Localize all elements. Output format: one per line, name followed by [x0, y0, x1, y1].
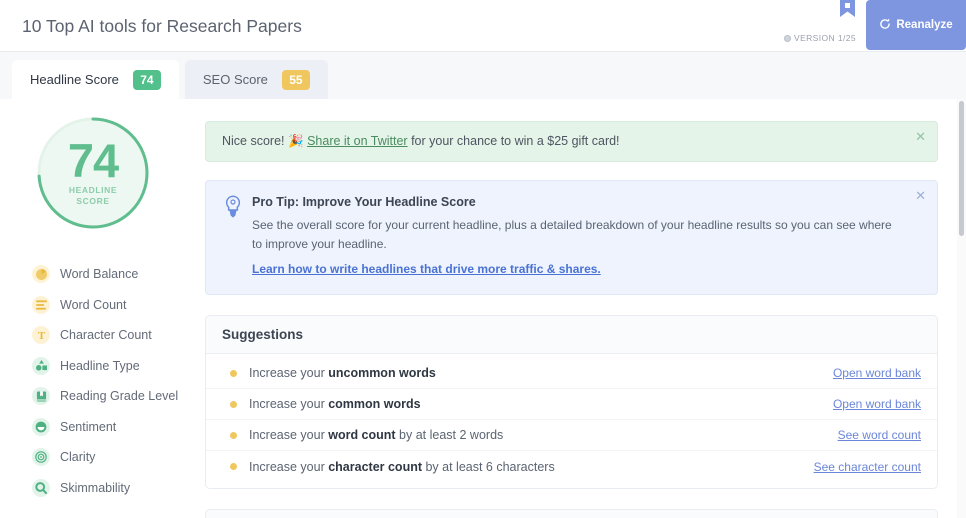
tab-headline-score[interactable]: Headline Score 74 [12, 60, 179, 99]
suggestion-action-link[interactable]: Open word bank [833, 397, 921, 411]
suggestion-row: Increase your uncommon words Open word b… [206, 358, 937, 390]
suggestions-list: Increase your uncommon words Open word b… [206, 354, 937, 488]
reanalyze-button[interactable]: Reanalyze [866, 0, 966, 50]
sidebar-item-label: Clarity [60, 450, 96, 465]
list-lines-icon [32, 295, 50, 314]
headline-input[interactable] [12, 5, 812, 47]
sidebar-item-label: Word Balance [60, 267, 139, 282]
status-dot-icon [230, 400, 237, 408]
suggestion-row: Increase your character count by at leas… [206, 451, 937, 482]
alert-prefix: Nice score! [222, 134, 285, 148]
sidebar-item-label: Character Count [60, 328, 152, 343]
score-tabs: Headline Score 74 SEO Score 55 [0, 60, 966, 99]
version-indicator: VERSION 1/25 [784, 33, 856, 43]
headline-analyzer-app: VERSION 1/25 Reanalyze Headline Score 74… [0, 0, 966, 518]
sidebar-item-word-count[interactable]: Word Count [0, 290, 196, 321]
scrollbar-thumb[interactable] [959, 101, 964, 236]
score-value: 74 [67, 134, 119, 188]
word-balance-header: Word Balance [206, 510, 937, 518]
suggestion-text: Increase your word count by at least 2 w… [249, 428, 504, 443]
suggestion-text: Increase your character count by at leas… [249, 459, 555, 474]
party-popper-icon: 🎉 [288, 134, 304, 148]
tab-label: Headline Score [30, 72, 119, 87]
score-caption: HEADLINE SCORE [68, 185, 118, 206]
suggestion-action-link[interactable]: See character count [814, 460, 921, 474]
sidebar-item-label: Sentiment [60, 419, 117, 434]
close-icon[interactable]: ✕ [915, 189, 926, 202]
target-icon [32, 448, 50, 467]
alert-suffix: for your chance to win a $25 gift card! [411, 134, 620, 148]
sidebar-item-clarity[interactable]: Clarity [0, 442, 196, 473]
pro-tip-body: See the overall score for your current h… [252, 218, 892, 251]
results-content: Nice score! 🎉 Share it on Twitter for yo… [205, 99, 957, 518]
sidebar-item-label: Reading Grade Level [60, 389, 179, 404]
sidebar-item-character-count[interactable]: T Character Count [0, 320, 196, 351]
letter-t-icon: T [32, 326, 50, 345]
tab-label: SEO Score [202, 72, 268, 87]
lightbulb-icon [223, 195, 243, 219]
pro-tip-box: Pro Tip: Improve Your Headline Score See… [205, 180, 938, 296]
smile-icon [32, 417, 50, 436]
status-dot-icon [230, 463, 237, 471]
bookmark-icon[interactable] [840, 0, 855, 19]
app-header: VERSION 1/25 Reanalyze [0, 0, 966, 52]
suggestions-header: Suggestions [206, 316, 937, 355]
sidebar-item-reading-grade-level[interactable]: Reading Grade Level [0, 381, 196, 412]
shapes-icon [32, 356, 50, 375]
tab-badge-seo: 55 [281, 69, 310, 90]
pro-tip-title: Pro Tip: Improve Your Headline Score [252, 195, 476, 209]
suggestion-action-link[interactable]: Open word bank [833, 366, 921, 380]
suggestion-text: Increase your common words [249, 397, 421, 412]
svg-text:T: T [37, 330, 45, 341]
metrics-nav: Word Balance Word Count T Character Coun… [0, 259, 196, 503]
pie-chart-icon [32, 265, 50, 284]
sidebar-item-sentiment[interactable]: Sentiment [0, 412, 196, 443]
share-alert-banner: Nice score! 🎉 Share it on Twitter for yo… [205, 121, 938, 162]
book-icon [32, 387, 50, 406]
version-dot-icon [784, 34, 791, 42]
sidebar-item-headline-type[interactable]: Headline Type [0, 351, 196, 382]
sidebar-item-label: Skimmability [60, 480, 131, 495]
suggestion-action-link[interactable]: See word count [838, 428, 921, 442]
sidebar-item-label: Headline Type [60, 358, 140, 373]
status-dot-icon [230, 369, 237, 377]
suggestions-title: Suggestions [222, 327, 304, 343]
sidebar-item-skimmability[interactable]: Skimmability [0, 473, 196, 504]
version-label: VERSION 1/25 [794, 33, 856, 43]
suggestion-text: Increase your uncommon words [249, 366, 436, 381]
tab-badge-headline: 74 [132, 69, 161, 90]
suggestions-card: Suggestions Increase your uncommon words… [205, 315, 938, 490]
suggestion-row: Increase your common words Open word ban… [206, 389, 937, 421]
word-balance-card: Word Balance [205, 509, 938, 518]
sidebar-item-label: Word Count [60, 297, 127, 312]
refresh-icon [879, 17, 891, 33]
tab-seo-score[interactable]: SEO Score 55 [184, 60, 328, 99]
close-icon[interactable]: ✕ [915, 130, 926, 143]
share-on-twitter-link[interactable]: Share it on Twitter [307, 134, 408, 148]
suggestion-row: Increase your word count by at least 2 w… [206, 420, 937, 452]
sidebar-item-word-balance[interactable]: Word Balance [0, 259, 196, 290]
status-dot-icon [230, 431, 237, 439]
metrics-sidebar: 74 HEADLINE SCORE Word Balance Word Coun… [0, 99, 196, 518]
reanalyze-label: Reanalyze [896, 19, 953, 31]
main-panel: 74 HEADLINE SCORE Word Balance Word Coun… [0, 99, 957, 518]
magnifier-icon [32, 478, 50, 497]
learn-more-link[interactable]: Learn how to write headlines that drive … [252, 262, 601, 276]
headline-score-gauge: 74 HEADLINE SCORE [33, 113, 153, 233]
